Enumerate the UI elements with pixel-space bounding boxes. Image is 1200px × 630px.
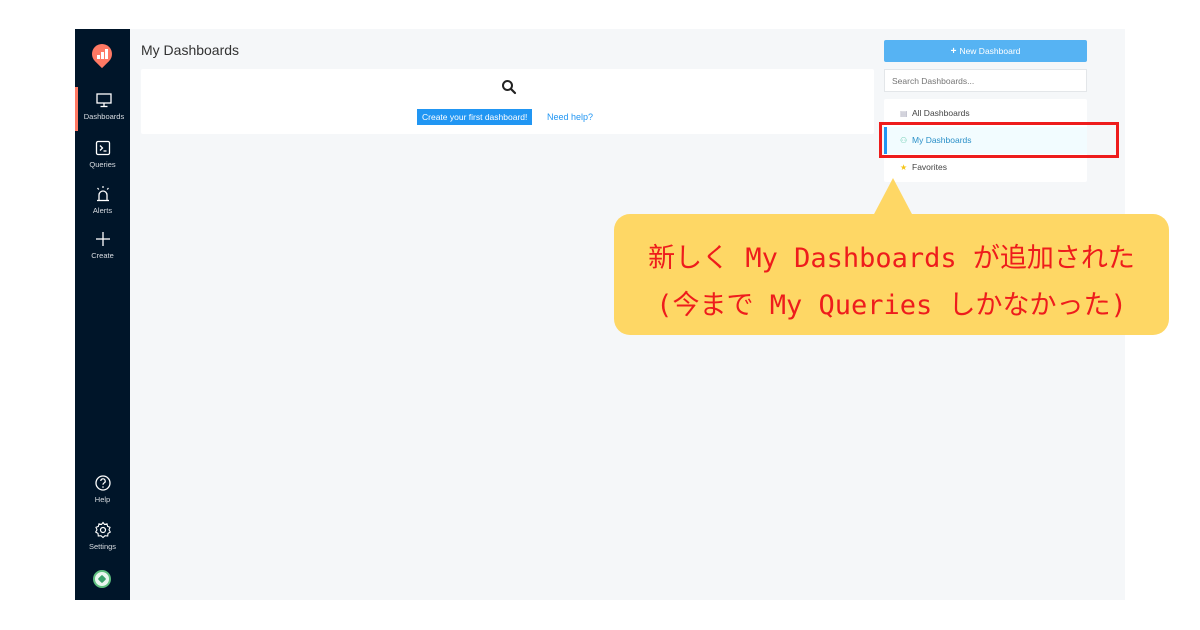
avatar[interactable] [93,570,111,588]
filter-favorites[interactable]: ★ Favorites [884,154,1087,181]
logo-bars [97,49,108,59]
sidebar: Dashboards Queries Alerts Create Help Se… [75,29,130,600]
alarm-icon [96,186,109,202]
sidebar-item-settings[interactable]: Settings [75,517,130,561]
sidebar-item-label: Settings [88,542,117,551]
sidebar-item-create[interactable]: Create [75,226,130,270]
sidebar-item-dashboards[interactable]: Dashboards [75,87,130,131]
sidebar-item-alerts[interactable]: Alerts [75,181,130,225]
new-dashboard-label: New Dashboard [959,46,1021,56]
sidebar-item-help[interactable]: Help [75,470,130,514]
page-title: My Dashboards [141,42,240,58]
question-circle-icon [94,475,111,491]
sidebar-item-label: Help [94,495,111,504]
sidebar-item-queries[interactable]: Queries [75,135,130,179]
create-first-dashboard-button[interactable]: Create your first dashboard! [417,109,533,125]
filter-label: Favorites [912,162,947,172]
highlight-box [879,122,1119,158]
plus-icon: + [950,46,957,57]
star-icon: ★ [900,163,908,172]
plus-icon [95,232,110,246]
monitor-icon [96,93,112,108]
filter-label: All Dashboards [912,108,970,118]
sidebar-item-label: Dashboards [83,112,125,121]
search-icon [502,80,517,95]
empty-state-card: Create your first dashboard! Need help? [141,69,874,134]
terminal-icon [95,140,110,156]
search-dashboards-input[interactable] [884,69,1087,92]
callout-tail [873,178,913,216]
need-help-link[interactable]: Need help? [547,112,593,122]
sidebar-item-label: Create [91,251,114,260]
new-dashboard-button[interactable]: + New Dashboard [884,40,1087,62]
callout-line-2: (今まで My Queries しかなかった) [656,290,1127,321]
sidebar-item-label: Queries [89,160,116,169]
sidebar-item-label: Alerts [92,206,113,215]
gear-icon [94,521,111,539]
callout-line-1: 新しく My Dashboards が追加された [648,243,1135,274]
